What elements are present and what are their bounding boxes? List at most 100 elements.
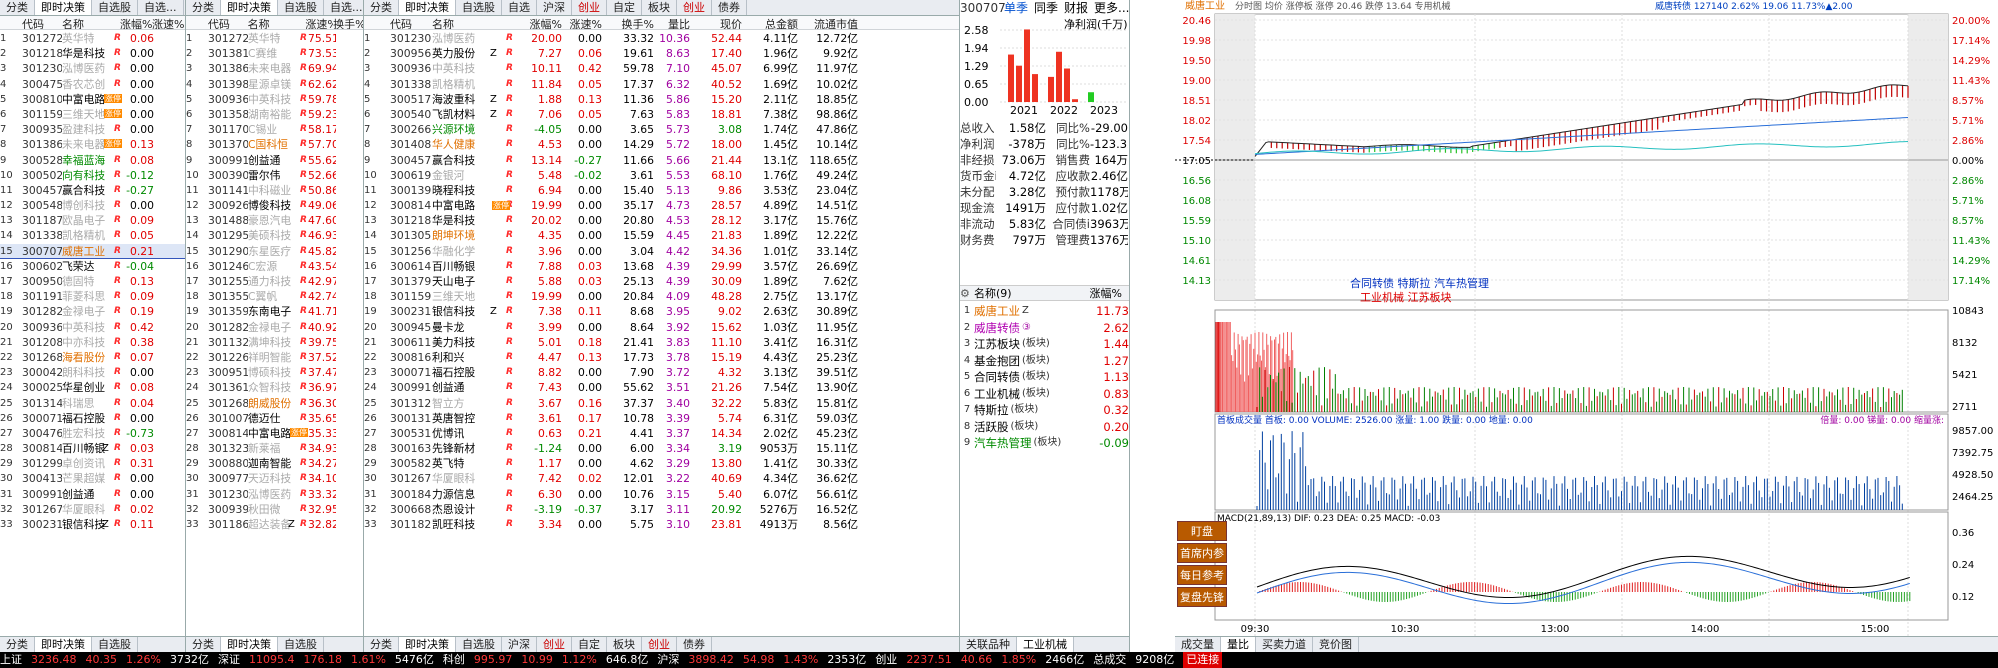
table-row[interactable]: 12300926博俊科技R0.0749.06 (186, 198, 363, 213)
col-speed[interactable]: 涨速% (305, 16, 333, 29)
col-turnover[interactable]: 换手% (333, 16, 363, 29)
table-row[interactable]: 26301007德迈仕R0.0035.65 (186, 411, 363, 426)
table-row[interactable]: 13 301218 华是科技 R 20.02 0.00 20.80 4.53 28.12 3.17… (364, 213, 959, 228)
table-row[interactable]: 28300814百川畅银R7.880.03Z (0, 441, 185, 456)
table-row[interactable]: 30300977天迈科技R0.0034.10 (186, 471, 363, 486)
tab-4[interactable]: 创业 (537, 637, 572, 652)
table-row[interactable]: 5 300517 海波重科 R 1.88 0.13 11.36 5.86 15.20 2.11亿 1… (364, 92, 959, 107)
related-row[interactable]: 5 合同转债 (板块) 1.13 (960, 369, 1129, 386)
table-row[interactable]: 31 300184 力源信息 R 6.30 0.00 10.76 3.15 5.40 6.07亿 5… (364, 487, 959, 502)
tab-0[interactable]: 分类 (364, 0, 399, 15)
tab-1[interactable]: 即时决策 (399, 637, 456, 652)
btn-watch[interactable]: 盯盘 (1177, 521, 1227, 541)
tab-5[interactable]: 自定 (572, 637, 607, 652)
table-row[interactable]: 33300231银信科技R7.380.11Z (0, 517, 185, 532)
tab-0[interactable]: 分类 (0, 0, 35, 15)
table-row[interactable]: 3301230泓博医药R20.000.00 (0, 61, 185, 76)
table-row[interactable]: 16301246C宏源R0.2243.54 (186, 259, 363, 274)
col-change[interactable]: 涨幅% (120, 16, 152, 29)
table-row[interactable]: 1301272英华特R0.0675.51 (186, 31, 363, 46)
tab-2[interactable]: 买卖力道 (1256, 637, 1313, 652)
table-row[interactable]: 24 300991 创益通 R 7.43 0.00 55.62 3.51 21.26 7.54亿 1… (364, 380, 959, 395)
tab-8[interactable]: 创业 (677, 0, 712, 15)
tab-3[interactable]: 自选 (502, 0, 537, 15)
table-row[interactable]: 1301272英华特R86.160.06 (0, 31, 185, 46)
col-change[interactable]: 涨幅% (514, 16, 562, 29)
tab-0[interactable]: 分类 (186, 637, 221, 652)
tab-5[interactable]: 创业 (572, 0, 607, 15)
table-row[interactable]: 9300991创益通R0.0055.62 (186, 153, 363, 168)
tab-3[interactable]: 竞价图 (1313, 637, 1359, 652)
tab-2[interactable]: 自选股 (92, 637, 138, 652)
table-row[interactable]: 14301338凯格精机R11.840.05 (0, 228, 185, 243)
tab-3[interactable]: 自选... (138, 0, 184, 15)
table-row[interactable]: 29300880迦南智能R0.0034.27 (186, 456, 363, 471)
table-row[interactable]: 6301358湖南裕能R0.0959.23 (186, 107, 363, 122)
table-row[interactable]: 31300991创益通R7.430.00 (0, 487, 185, 502)
table-row[interactable]: 20300936中英科技R10.110.42 (0, 320, 185, 335)
table-row[interactable]: 19 300231 银信科技 R 7.38 0.11 8.68 3.95 9.02 2.63亿 30… (364, 304, 959, 319)
table-row[interactable]: 27300476胜宏科技R8.31-0.73 (0, 426, 185, 441)
tab-1[interactable]: 即时决策 (399, 0, 456, 15)
related-row[interactable]: 9 汽车热管理 (板块) -0.09 (960, 435, 1129, 452)
table-row[interactable]: 8301370C国科恒R0.0057.70 (186, 137, 363, 152)
col-name[interactable]: 名称 (248, 16, 306, 29)
table-row[interactable]: 9 300457 赢合科技 R 13.14 -0.27 11.66 5.66 21.44 13.1… (364, 153, 959, 168)
table-row[interactable]: 19301359东南电子R0.0041.71 (186, 304, 363, 319)
col-code[interactable]: 代码 (390, 16, 432, 29)
table-row[interactable]: 27 300531 优博讯 R 0.63 0.21 4.41 3.37 14.34 2.02亿 45… (364, 426, 959, 441)
table-row[interactable]: 15300707威唐工业R11.730.21 (0, 243, 185, 259)
table-row[interactable]: 18301355C翼帆R0.0042.74 (186, 289, 363, 304)
col-volratio[interactable]: 量比 (654, 16, 690, 29)
table-row[interactable]: 28 300163 先锋新材 R -1.24 0.00 6.00 3.34 3.19 9053万 1… (364, 441, 959, 456)
table-row[interactable]: 11 300139 晓程科技 R 6.94 0.00 15.40 5.13 9.86 3.53亿 2… (364, 183, 959, 198)
intraday-chart[interactable]: 威唐工业 分时图 均价 涨停板 涨停 20.46 跌停 13.64 专用机械 威唐转… (1175, 0, 1998, 636)
tab-1[interactable]: 工业机械 (1017, 637, 1074, 652)
related-row[interactable]: 1 威唐工业 Z 11.73 (960, 303, 1129, 320)
related-row[interactable]: 4 基金抱团 (板块) 1.27 (960, 353, 1129, 370)
tab-1[interactable]: 即时决策 (35, 637, 92, 652)
table-row[interactable]: 24301361众智科技R0.0036.97 (186, 380, 363, 395)
col-name[interactable]: 名称 (432, 16, 514, 29)
table-row[interactable]: 22301268海看股份R9.430.07 (0, 350, 185, 365)
tab-7[interactable]: 创业 (642, 637, 677, 652)
tab-2[interactable]: 自选股 (92, 0, 138, 15)
status-item[interactable]: 已连接 (1183, 652, 1223, 668)
table-row[interactable]: 5300810中富电路R20.000.00涨停 (0, 92, 185, 107)
table-row[interactable]: 9300528幸福蓝海R14.870.08 (0, 153, 185, 168)
table-row[interactable]: 4 301338 凯格精机 R 11.84 0.05 17.37 6.32 40.52 1.69亿… (364, 77, 959, 92)
tab-0[interactable]: 分类 (364, 637, 399, 652)
table-row[interactable]: 13301187欧晶电子R12.220.09 (0, 213, 185, 228)
table-row[interactable]: 3 300936 中英科技 R 10.11 0.42 59.78 7.10 45.07 6.99亿… (364, 61, 959, 76)
table-row[interactable]: 29301299卓创资讯R7.600.31 (0, 456, 185, 471)
col-speed[interactable]: 涨速% (152, 16, 184, 29)
tab-0[interactable]: 分类 (186, 0, 221, 15)
tab-report[interactable]: 财报 (1064, 0, 1088, 16)
table-row[interactable]: 23 300071 福石控股 R 8.82 0.00 7.90 3.72 4.32 3.13亿 39… (364, 365, 959, 380)
col-name[interactable]: 名称 (62, 16, 120, 29)
table-row[interactable]: 2301381C赛维R0.0773.53 (186, 46, 363, 61)
table-row[interactable]: 11301141中科磁业R0.0950.86 (186, 183, 363, 198)
table-row[interactable]: 21301208中亦科技R9.850.38 (0, 335, 185, 350)
table-row[interactable]: 15 301256 华融化学 R 3.96 0.00 3.04 4.42 34.36 1.01亿 3… (364, 244, 959, 259)
table-row[interactable]: 20301282金禄电子R0.1940.92 (186, 320, 363, 335)
table-row[interactable]: 12300814中富电路R19.990.0035.174.7328.574.89… (364, 198, 959, 213)
tab-2[interactable]: 自选股 (278, 0, 324, 15)
table-row[interactable]: 17 301379 天山电子 R 5.88 0.03 25.13 4.39 30.09 1.89亿… (364, 274, 959, 289)
table-row[interactable]: 23300951博硕科技R0.0037.47 (186, 365, 363, 380)
table-row[interactable]: 8301386未来电器R15.690.13涨停 (0, 137, 185, 152)
table-row[interactable]: 25301268朗威股份R0.0036.30 (186, 396, 363, 411)
table-row[interactable]: 11300457赢合科技R13.14-0.27 (0, 183, 185, 198)
tab-1[interactable]: 即时决策 (35, 0, 92, 15)
tab-8[interactable]: 债券 (677, 637, 712, 652)
table-row[interactable]: 7300935盈建科技R19.990.00 (0, 122, 185, 137)
tab-0[interactable]: 成交量 (1175, 637, 1221, 652)
btn-daily[interactable]: 每日参考 (1177, 565, 1227, 585)
tab-0[interactable]: 分类 (0, 637, 35, 652)
table-row[interactable]: 17301255通力科技R-0.0342.97 (186, 274, 363, 289)
tab-1[interactable]: 即时决策 (221, 637, 278, 652)
tab-0[interactable]: 关联品种 (960, 637, 1017, 652)
table-row[interactable]: 14301295美硕科技R-0.0446.93 (186, 228, 363, 243)
related-row[interactable]: 3 江苏板块 (板块) 1.44 (960, 336, 1129, 353)
tab-2[interactable]: 自选股 (278, 637, 324, 652)
